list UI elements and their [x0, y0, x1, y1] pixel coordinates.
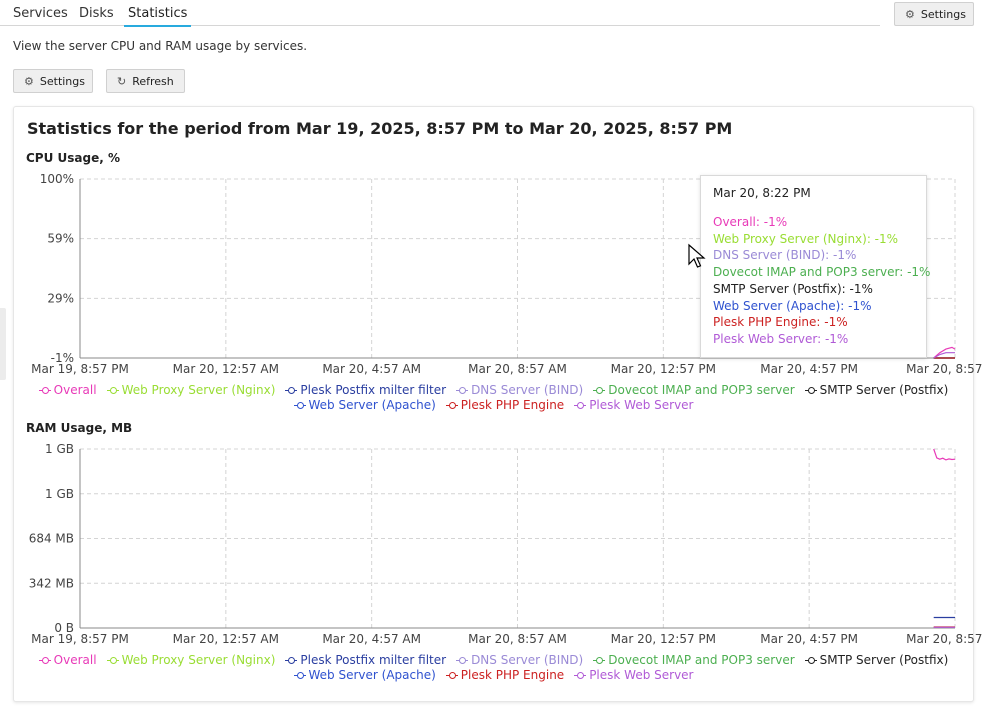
tooltip-line: Web Server (Apache): -1%	[713, 298, 872, 313]
ram-legend-item[interactable]: Plesk PHP Engine	[445, 668, 565, 682]
ram-legend-item[interactable]: DNS Server (BIND)	[456, 653, 583, 667]
legend-marker-icon	[593, 656, 606, 664]
legend-marker-icon	[456, 656, 469, 664]
ram-legend-label: Web Server (Apache)	[308, 668, 436, 682]
ram-y-tick-label: 0 B	[54, 621, 74, 635]
legend-marker-icon	[445, 671, 458, 679]
legend-marker-icon	[293, 671, 306, 679]
ram-legend-label: Plesk PHP Engine	[460, 668, 565, 682]
ram-y-tick-label: 1 GB	[45, 442, 74, 456]
tooltip-line: SMTP Server (Postfix): -1%	[713, 281, 873, 296]
legend-marker-icon	[804, 656, 817, 664]
ram-y-tick-label: 1 GB	[45, 487, 74, 501]
tooltip-line: Plesk Web Server: -1%	[713, 331, 849, 346]
ram-x-tick-label: Mar 20, 4:57 PM	[760, 632, 858, 646]
mouse-cursor-icon	[688, 243, 706, 268]
tooltip-line: Dovecot IMAP and POP3 server: -1%	[713, 265, 931, 280]
chart-tooltip: Mar 20, 8:22 PM Overall: -1% Web Proxy Se…	[700, 175, 931, 358]
ram-y-tick-label: 342 MB	[29, 576, 74, 590]
ram-legend-item[interactable]: Plesk Postfix milter filter	[285, 653, 446, 667]
tooltip-date: Mar 20, 8:22 PM	[713, 186, 811, 200]
ram-series-overall	[933, 448, 956, 461]
ram-legend-label: Dovecot IMAP and POP3 server	[608, 653, 795, 667]
ram-legend-item[interactable]: Web Server (Apache)	[293, 668, 436, 682]
legend-marker-icon	[285, 656, 298, 664]
ram-legend-label: Web Proxy Server (Nginx)	[121, 653, 276, 667]
ram-legend-label: DNS Server (BIND)	[471, 653, 584, 667]
tooltip-line: DNS Server (BIND): -1%	[713, 248, 857, 263]
ram-x-tick-label: Mar 20, 4:57 AM	[322, 632, 421, 646]
ram-y-tick-label: 684 MB	[29, 532, 74, 546]
ram-x-tick-label: Mar 20, 8:57 PM	[906, 632, 982, 646]
legend-marker-icon	[38, 656, 51, 664]
ram-legend-label: SMTP Server (Postfix)	[819, 653, 949, 667]
ram-x-tick-label: Mar 20, 12:57 PM	[611, 632, 716, 646]
legend-marker-icon	[574, 671, 587, 679]
ram-legend-item[interactable]: Overall	[38, 653, 97, 667]
ram-chart-legend: Overall Web Proxy Server (Nginx) Plesk Pos…	[26, 653, 961, 682]
ram-legend-label: Plesk Postfix milter filter	[300, 653, 447, 667]
tooltip-line: Overall: -1%	[713, 215, 788, 229]
legend-marker-icon	[106, 656, 119, 664]
ram-x-tick-label: Mar 19, 8:57 PM	[31, 632, 129, 646]
ram-legend-item[interactable]: Plesk Web Server	[574, 668, 693, 682]
tooltip-line: Web Proxy Server (Nginx): -1%	[713, 231, 899, 246]
ram-legend-item[interactable]: SMTP Server (Postfix)	[804, 653, 949, 667]
ram-legend-item[interactable]: Dovecot IMAP and POP3 server	[593, 653, 795, 667]
ram-legend-item[interactable]: Web Proxy Server (Nginx)	[106, 653, 276, 667]
tooltip-line: Plesk PHP Engine: -1%	[713, 315, 848, 330]
ram-legend-label: Plesk Web Server	[589, 668, 694, 682]
ram-x-tick-label: Mar 20, 8:57 AM	[468, 632, 567, 646]
ram-legend-label: Overall	[53, 653, 97, 667]
ram-x-tick-label: Mar 20, 12:57 AM	[173, 632, 279, 646]
